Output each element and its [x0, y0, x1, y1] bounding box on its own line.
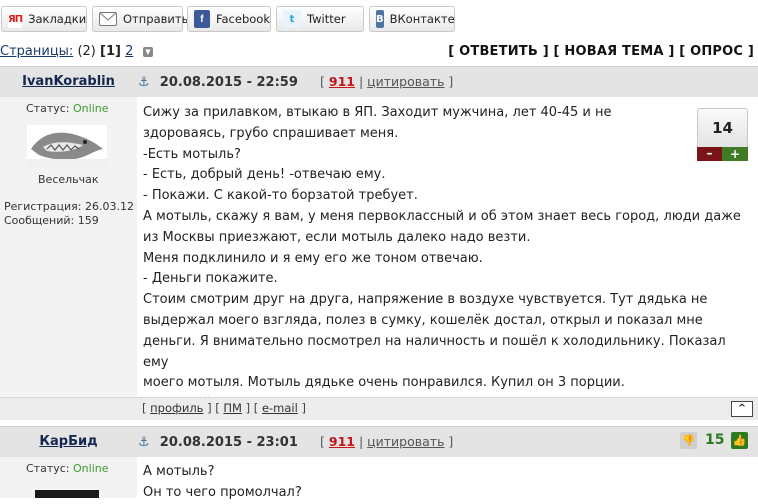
- post-meta: ⚓ 20.08.2015 - 22:59 [ 911 | цитировать …: [138, 74, 454, 90]
- registration-label: Регистрация:: [4, 200, 82, 213]
- post-author[interactable]: КарБид: [0, 427, 137, 457]
- pages-total: (2): [77, 44, 96, 59]
- author-panel: Статус: Online: [0, 457, 137, 498]
- post-text-line: А мотыль?: [143, 464, 215, 479]
- rating-value: 15: [705, 432, 725, 448]
- post-number-link[interactable]: 911: [329, 434, 355, 449]
- send-button[interactable]: Отправить: [92, 6, 188, 32]
- facebook-label: Facebook: [215, 12, 270, 26]
- pagination: Страницы: (2) [1] 2: [0, 44, 133, 59]
- post-text-line: выдержал моего взгляда, полез в сумку, к…: [143, 312, 703, 328]
- topic-actions[interactable]: [ ОТВЕТИТЬ ] [ НОВАЯ ТЕМА ] [ ОПРОС ]: [448, 44, 754, 59]
- post-header: IvanKorablin ⚓ 20.08.2015 - 22:59 [ 911 …: [0, 66, 758, 97]
- post-body: Сижу за прилавком, втыкаю в ЯП. Заходит …: [143, 103, 753, 415]
- vk-button[interactable]: B ВКонтакте: [369, 6, 455, 32]
- post-text-line: - Есть, добрый день! -отвечаю ему.: [143, 167, 386, 183]
- post-rating: 👎 15 👍: [678, 430, 750, 452]
- user-rank: Весельчак: [38, 173, 99, 186]
- post-number-link[interactable]: 911: [329, 74, 355, 89]
- messages-count: 159: [77, 214, 99, 227]
- bookmarks-button[interactable]: ЯП Закладки: [1, 6, 87, 32]
- post-text-line: моего мотыля. Мотыль дядьке очень понрав…: [143, 375, 625, 391]
- scroll-top-button[interactable]: ^: [731, 401, 753, 417]
- registration-date: 26.03.12: [84, 200, 134, 213]
- twitter-icon: t: [283, 10, 301, 28]
- quote-link[interactable]: цитировать: [367, 434, 444, 449]
- avatar[interactable]: [35, 490, 99, 498]
- rate-up-button[interactable]: +: [722, 147, 748, 161]
- mail-icon: [99, 12, 117, 26]
- facebook-icon: f: [194, 10, 210, 28]
- post-header: КарБид ⚓ 20.08.2015 - 23:01 [ 911 | цити…: [0, 426, 758, 457]
- post-text-line: Меня подклинило и я ему его же тоном отв…: [143, 250, 483, 266]
- facebook-button[interactable]: f Facebook: [187, 6, 271, 32]
- twitter-button[interactable]: t Twitter: [276, 6, 364, 32]
- post-text-line: Он то чего промолчал?: [143, 484, 302, 500]
- post-text-line: - Деньги покажите.: [143, 271, 278, 287]
- post-text-line: Стоим смотрим друг на друга, напряжение …: [143, 292, 708, 308]
- pm-link[interactable]: ПМ: [223, 401, 242, 415]
- status-label: Статус:: [26, 102, 70, 115]
- anchor-icon[interactable]: ⚓: [138, 75, 150, 90]
- rate-down-button[interactable]: 👎: [680, 432, 697, 449]
- anchor-icon[interactable]: ⚓: [138, 435, 150, 450]
- messages-label: Сообщений:: [4, 214, 75, 227]
- status-label: Статус:: [26, 462, 70, 475]
- bookmarks-label: Закладки: [28, 12, 87, 26]
- rating-value: 14: [697, 108, 748, 147]
- vk-label: ВКонтакте: [389, 12, 455, 26]
- post-date: 20.08.2015 - 22:59: [159, 75, 298, 90]
- send-label: Отправить: [123, 12, 189, 26]
- rate-up-button[interactable]: 👍: [731, 432, 748, 449]
- post-text-line: -Есть мотыль?: [143, 146, 241, 162]
- current-page: [1]: [100, 44, 121, 59]
- profile-link[interactable]: профиль: [150, 401, 203, 415]
- twitter-label: Twitter: [307, 12, 346, 26]
- page-2-link[interactable]: 2: [125, 44, 133, 59]
- post-meta: ⚓ 20.08.2015 - 23:01 [ 911 | цитировать …: [138, 434, 454, 450]
- pages-link[interactable]: Страницы:: [0, 44, 73, 59]
- post-rating: 14 – +: [697, 108, 748, 162]
- share-bar: ЯП Закладки Отправить f Facebook t Twitt…: [0, 0, 758, 38]
- quote-link[interactable]: цитировать: [367, 74, 444, 89]
- page-jump-icon[interactable]: ▼: [143, 47, 153, 57]
- post-author[interactable]: IvanKorablin: [0, 67, 137, 97]
- status-value: Online: [73, 462, 109, 475]
- email-link[interactable]: e-mail: [262, 401, 298, 415]
- post-text-line: - Покажи. С какой-то борзатой требует.: [143, 188, 418, 204]
- vk-icon: B: [376, 10, 384, 28]
- status-value: Online: [73, 102, 109, 115]
- post-text-line: здороваясь, грубо спрашивает меня.: [143, 125, 399, 141]
- rate-down-button[interactable]: –: [697, 147, 722, 161]
- post-text-line: деньги. Я внимательно посмотрел на налич…: [143, 333, 726, 370]
- yaplakal-icon: ЯП: [8, 10, 23, 28]
- avatar[interactable]: [27, 125, 107, 167]
- pagination-row: Страницы: (2) [1] 2 ▼ [ ОТВЕТИТЬ ] [ НОВ…: [0, 42, 758, 62]
- post-text-line: А мотыль, скажу я вам, у меня первокласс…: [143, 208, 741, 224]
- post-text-line: Сижу за прилавком, втыкаю в ЯП. Заходит …: [143, 105, 612, 120]
- author-panel: Статус: Online Весельчак Регистрация: 26…: [0, 97, 137, 397]
- post-body: А мотыль? Он то чего промолчал?: [143, 462, 753, 504]
- post-date: 20.08.2015 - 23:01: [159, 435, 298, 450]
- post-text-line: из Москвы приезжают, если мотыль далеко …: [143, 229, 531, 245]
- post-footer: [ профиль ] [ ПМ ] [ e-mail ] ^: [0, 397, 758, 420]
